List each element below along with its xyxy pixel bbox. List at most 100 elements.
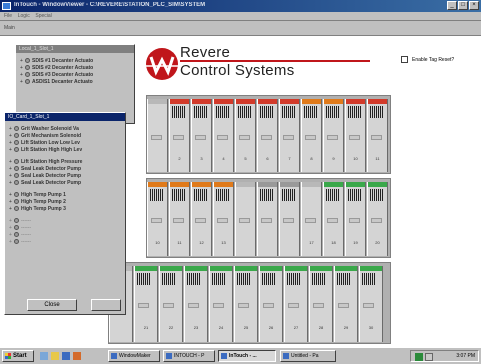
minimize-button[interactable]: _ [447,1,457,10]
enable-tag-reset[interactable]: Enable Tag Reset? [401,56,454,63]
list-item[interactable]: + Grit Washer Solenoid Va [9,125,82,132]
status-lamp-icon [14,206,19,211]
list-item[interactable]: + ------ [9,238,82,245]
list-item[interactable]: + High Temp Pump 3 [9,205,82,212]
list-item[interactable]: + ------ [9,231,82,238]
volume-icon[interactable] [425,353,433,361]
status-lamp-icon [14,173,19,178]
menu-special[interactable]: Special [35,13,51,19]
windows-logo-icon [5,353,11,359]
secondary-button[interactable] [91,299,121,311]
module-label-plate [349,135,360,140]
io-terminal-block [216,106,229,118]
rack-slot[interactable]: 2 [169,99,190,172]
status-lamp-icon [14,159,19,164]
status-lamp-icon [14,218,19,223]
slot-number: 30 [368,325,374,330]
rack-slot[interactable]: 8 [301,99,322,172]
rack-slot[interactable]: 7 [279,99,300,172]
rack-slot[interactable]: 10 [345,99,366,172]
list-item[interactable]: + ASDIS1 Decanter Actuato [20,78,93,85]
rack-slot[interactable]: 28 [309,266,333,342]
rack-slot[interactable]: 25 [234,266,258,342]
back-panel-list: + SDIS #1 Decanter Actuato + SDIS #2 Decan… [20,57,93,85]
close-button[interactable]: Close [27,299,77,311]
list-item[interactable]: + Lift Station High Pressure [9,158,82,165]
slot-number: 2 [178,156,181,161]
slot-number: 21 [143,325,149,330]
io-card-window-front[interactable]: IO_Card_1_Slot_1 + Grit Washer Solenoid V… [4,112,126,315]
module-label-plate [173,135,184,140]
network-icon[interactable] [415,353,423,361]
list-item[interactable]: + SDIS #2 Decanter Actuato [20,64,93,71]
rack-slot[interactable]: 23 [184,266,208,342]
rack-slot[interactable]: 12 [191,182,212,256]
rack-slot[interactable]: 10 [147,182,168,256]
list-item[interactable]: + Grit Mechanism Solenoid [9,132,82,139]
rack-slot[interactable]: 11 [169,182,190,256]
menu-file[interactable]: File [4,13,12,19]
rack-slot[interactable] [257,182,278,256]
list-item[interactable]: + Lift Station High High Lev [9,146,82,153]
rack-slot[interactable]: 3 [191,99,212,172]
rack-slot[interactable] [147,99,168,172]
rack-slot[interactable] [235,182,256,256]
list-item[interactable]: + ------ [9,217,82,224]
rack-slot[interactable] [279,182,300,256]
start-button[interactable]: Start [2,350,34,362]
list-item[interactable]: + SDIS #1 Decanter Actuato [20,57,93,64]
taskbar-button[interactable]: Untitled - Pa [280,350,336,362]
rack-slot[interactable]: 30 [359,266,383,342]
list-item[interactable]: + Lift Station Low Low Lev [9,139,82,146]
folder-icon[interactable] [51,352,59,360]
rack-slot[interactable]: 24 [209,266,233,342]
menu-logic[interactable]: Logic [18,13,30,19]
status-lamp-icon [14,166,19,171]
close-window-button[interactable]: × [469,1,479,10]
rack-slot[interactable]: 29 [334,266,358,342]
module-label-plate [313,303,324,308]
list-item[interactable]: + Seal Leak Detector Pump [9,179,82,186]
app-icon[interactable] [73,352,81,360]
tag-reset-checkbox[interactable] [401,56,408,63]
io-terminal-block [216,189,229,201]
list-item[interactable]: + Seal Leak Detector Pump [9,165,82,172]
list-item[interactable]: + High Temp Pump 1 [9,191,82,198]
module-label-plate [363,303,374,308]
status-lamp-icon [14,133,19,138]
rack-slot[interactable]: 27 [284,266,308,342]
rack-slot[interactable]: 13 [213,182,234,256]
taskbar-button-active[interactable]: InTouch - ... [218,350,276,362]
taskbar-button[interactable]: WindowMaker [108,350,160,362]
rack-slot[interactable]: 26 [259,266,283,342]
rack-slot[interactable]: 18 [323,182,344,256]
module-status-cap [160,266,182,271]
rack-slot[interactable]: 21 [134,266,158,342]
rack-slot[interactable]: 22 [159,266,183,342]
taskbar-button[interactable]: INTOUCH - P [163,350,215,362]
rack-slot[interactable]: 17 [301,182,322,256]
window-icon [283,353,289,359]
list-item[interactable]: + ------ [9,224,82,231]
module-label-plate [213,303,224,308]
module-status-cap [236,99,255,104]
list-item[interactable]: + High Temp Pump 2 [9,198,82,205]
rack-slot[interactable]: 11 [367,99,388,172]
list-item[interactable]: + SDIS #3 Decanter Actuato [20,71,93,78]
rack-slot[interactable]: 19 [345,182,366,256]
browser-icon[interactable] [62,352,70,360]
slot-number: 13 [221,240,226,245]
rack-slot[interactable]: 6 [257,99,278,172]
rack-slot[interactable]: 4 [213,99,234,172]
maximize-button[interactable]: □ [458,1,468,10]
io-terminal-block [194,106,207,118]
module-status-cap [148,182,167,187]
rack-slot[interactable]: 20 [367,182,388,256]
io-terminal-block [326,106,339,118]
module-label-plate [263,303,274,308]
rack-slot[interactable]: 9 [323,99,344,172]
module-status-cap [192,182,211,187]
list-item[interactable]: + Seal Leak Detector Pump [9,172,82,179]
rack-slot[interactable]: 5 [235,99,256,172]
desktop-icon[interactable] [40,352,48,360]
